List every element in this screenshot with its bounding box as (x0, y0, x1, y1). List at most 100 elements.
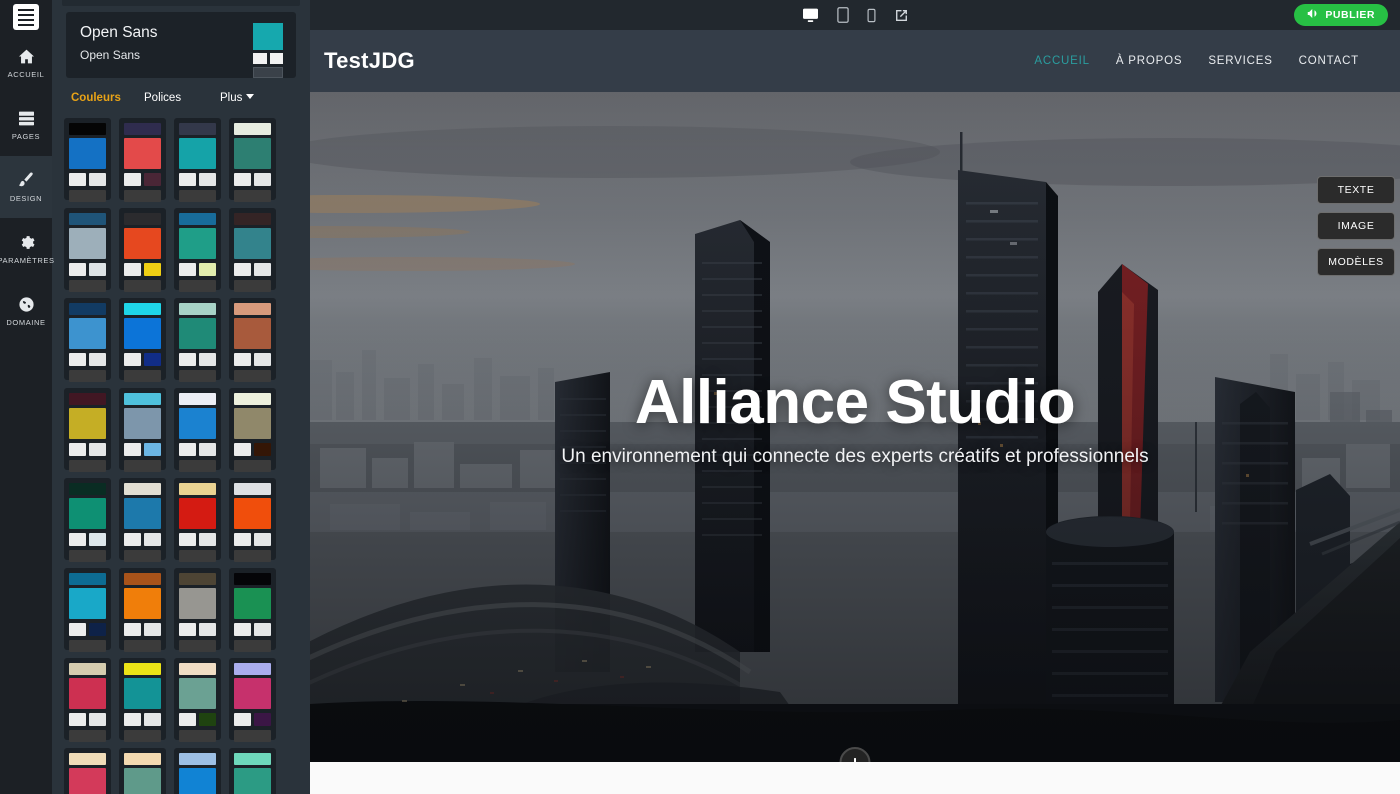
nav-link-contact[interactable]: CONTACT (1299, 55, 1359, 67)
palette-swatch[interactable] (64, 568, 111, 652)
palette-swatch[interactable] (119, 658, 166, 742)
sidebar-item-parametres[interactable]: PARAMÈTRES (0, 218, 54, 280)
palette-swatch[interactable] (229, 478, 276, 562)
palette-swatch[interactable] (119, 478, 166, 562)
swatch-pair (179, 353, 216, 366)
palette-swatch[interactable] (174, 118, 221, 202)
open-external-icon[interactable] (894, 8, 909, 23)
swatch-color-a (124, 443, 141, 456)
sidebar-item-pages[interactable]: PAGES (0, 94, 52, 156)
swatch-pair (69, 443, 106, 456)
palette-swatch[interactable] (64, 118, 111, 202)
swatch-color-b (89, 263, 106, 276)
swatch-bottom-color (69, 370, 106, 382)
palette-swatch[interactable] (229, 118, 276, 202)
nav-link-accueil[interactable]: ACCUEIL (1034, 55, 1089, 67)
nav-link-a-propos[interactable]: À PROPOS (1116, 55, 1182, 67)
palette-swatch[interactable] (229, 658, 276, 742)
sidebar-item-accueil[interactable]: ACCUEIL (0, 32, 52, 94)
swatch-bottom-color (234, 190, 271, 202)
swatch-top-color (234, 573, 271, 585)
globe-icon (18, 295, 35, 313)
swatch-main-color (69, 588, 106, 619)
hero-subtitle[interactable]: Un environnement qui connecte des expert… (310, 446, 1400, 468)
palette-swatch[interactable] (174, 748, 221, 794)
swatch-top-color (124, 483, 161, 495)
heading-font-name: Open Sans (80, 24, 158, 41)
pages-icon (18, 109, 35, 127)
palette-swatch[interactable] (64, 388, 111, 472)
palette-swatch[interactable] (174, 478, 221, 562)
swatch-bottom-color (234, 370, 271, 382)
tablet-view-icon[interactable] (836, 7, 849, 23)
templates-button[interactable]: MODÈLES (1317, 248, 1395, 276)
swatch-top-color (179, 303, 216, 315)
palette-swatch[interactable] (64, 658, 111, 742)
palette-swatch[interactable] (119, 388, 166, 472)
palette-swatch[interactable] (229, 298, 276, 382)
font-preview-card[interactable]: Open Sans Open Sans (66, 12, 296, 78)
swatch-color-b (89, 353, 106, 366)
palette-swatch[interactable] (119, 298, 166, 382)
publish-button[interactable]: PUBLIER (1294, 4, 1388, 26)
hero-text-block[interactable]: Alliance Studio Un environnement qui con… (310, 370, 1400, 468)
palette-swatch[interactable] (119, 748, 166, 794)
swatch-color-a (124, 713, 141, 726)
swatch-top-color (179, 573, 216, 585)
hero-title[interactable]: Alliance Studio (310, 370, 1400, 436)
add-image-button[interactable]: IMAGE (1317, 212, 1395, 240)
tab-couleurs[interactable]: Couleurs (66, 92, 144, 104)
swatch-color-a (69, 623, 86, 636)
swatch-color-a (179, 623, 196, 636)
device-switcher (310, 7, 1400, 23)
tab-plus[interactable]: Plus (220, 92, 255, 104)
swatch-pair (179, 263, 216, 276)
palette-swatch[interactable] (174, 298, 221, 382)
tab-polices[interactable]: Polices (144, 92, 220, 104)
hero-section[interactable]: Alliance Studio Un environnement qui con… (310, 92, 1400, 762)
swatch-main-color (124, 588, 161, 619)
palette-swatch[interactable] (64, 298, 111, 382)
add-text-button[interactable]: TEXTE (1317, 176, 1395, 204)
swatch-pair (69, 263, 106, 276)
swatch-top-color (69, 393, 106, 405)
palette-swatch[interactable] (119, 118, 166, 202)
swatch-pair (69, 353, 106, 366)
swatch-main-color (234, 588, 271, 619)
swatch-color-a (179, 173, 196, 186)
swatch-pair (69, 713, 106, 726)
palette-swatch[interactable] (119, 208, 166, 292)
palette-swatch[interactable] (174, 388, 221, 472)
mobile-view-icon[interactable] (867, 8, 876, 23)
palette-swatch[interactable] (64, 208, 111, 292)
sidebar-item-label: DESIGN (9, 194, 43, 203)
design-panel-scroll[interactable]: Open Sans Open Sans Couleurs Polices Plu… (52, 0, 310, 794)
sidebar-item-domaine[interactable]: DOMAINE (0, 280, 52, 342)
app-logo-button[interactable] (0, 2, 52, 32)
palette-swatch[interactable] (64, 478, 111, 562)
swatch-top-color (69, 573, 106, 585)
palette-swatch[interactable] (229, 388, 276, 472)
palette-swatch[interactable] (174, 658, 221, 742)
swatch-pair (124, 353, 161, 366)
site-brand[interactable]: TestJDG (324, 48, 415, 74)
palette-light-swatch-b (269, 53, 283, 64)
sidebar-item-design[interactable]: DESIGN (0, 156, 52, 218)
gear-icon (18, 233, 35, 251)
body-font-name: Open Sans (80, 48, 141, 62)
swatch-bottom-color (179, 370, 216, 382)
swatch-color-a (124, 263, 141, 276)
desktop-view-icon[interactable] (802, 8, 819, 23)
palette-swatch[interactable] (64, 748, 111, 794)
palette-swatch[interactable] (174, 568, 221, 652)
palette-swatch[interactable] (229, 208, 276, 292)
swatch-main-color (124, 228, 161, 259)
palette-swatch[interactable] (119, 568, 166, 652)
nav-link-services[interactable]: SERVICES (1208, 55, 1272, 67)
palette-swatch[interactable] (229, 748, 276, 794)
swatch-main-color (179, 408, 216, 439)
palette-swatch[interactable] (174, 208, 221, 292)
palette-swatch[interactable] (229, 568, 276, 652)
swatch-color-b (254, 443, 271, 456)
swatch-top-color (124, 393, 161, 405)
